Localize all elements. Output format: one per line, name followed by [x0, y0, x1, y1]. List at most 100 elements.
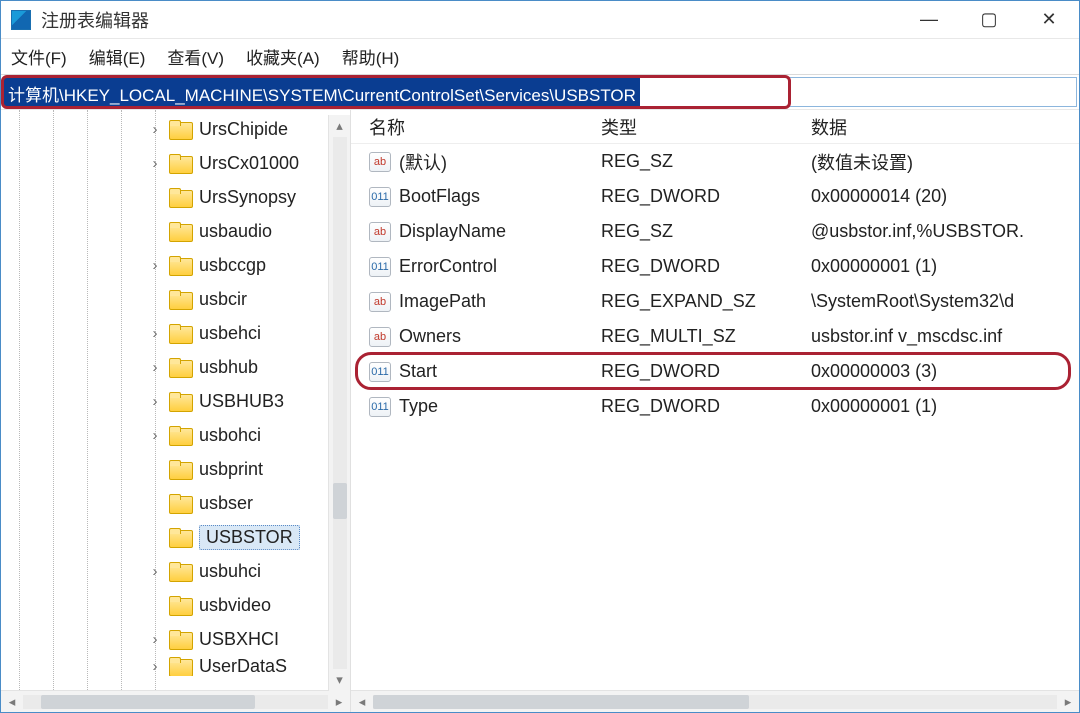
cell-type: REG_SZ: [601, 221, 811, 242]
string-value-icon: ab: [369, 292, 391, 312]
tree-item-USBXHCI[interactable]: ›USBXHCI: [1, 622, 350, 656]
folder-icon: [169, 657, 191, 675]
tree-item-usbprint[interactable]: usbprint: [1, 452, 350, 486]
folder-icon: [169, 630, 191, 648]
expand-chevron-icon[interactable]: ›: [147, 155, 163, 172]
menu-favorites[interactable]: 收藏夹(A): [246, 44, 320, 69]
menu-view[interactable]: 查看(V): [167, 44, 224, 69]
tree-item-USBHUB3[interactable]: › USBHUB3: [1, 384, 350, 418]
menu-bar[interactable]: 文件(F) 编辑(E) 查看(V) 收藏夹(A) 帮助(H): [1, 39, 1079, 75]
cell-data: (数值未设置): [811, 149, 1079, 175]
tree-item-usbuhci[interactable]: ›usbuhci: [1, 554, 350, 588]
binary-value-icon: 011: [369, 397, 391, 417]
value-name: BootFlags: [399, 186, 480, 207]
list-body[interactable]: ab(默认)REG_SZ(数值未设置)011BootFlagsREG_DWORD…: [351, 144, 1079, 424]
address-path[interactable]: 计算机\HKEY_LOCAL_MACHINE\SYSTEM\CurrentCon…: [4, 78, 640, 106]
tree-scroll[interactable]: ›UrsChipide⌃›UrsCx01000UrsSynopsy usbaudi…: [1, 110, 350, 690]
scroll-track[interactable]: [23, 695, 328, 709]
folder-icon: [169, 528, 191, 546]
tree-item-label: UserDataS: [199, 656, 287, 676]
column-header-data[interactable]: 数据: [811, 114, 1079, 140]
value-row-Start[interactable]: 011StartREG_DWORD0x00000003 (3): [351, 354, 1079, 389]
column-header-name[interactable]: 名称: [351, 114, 601, 140]
value-row-ImagePath[interactable]: abImagePathREG_EXPAND_SZ\SystemRoot\Syst…: [351, 284, 1079, 319]
tree-item-usbccgp[interactable]: ›usbccgp: [1, 248, 350, 282]
tree-pane[interactable]: ›UrsChipide⌃›UrsCx01000UrsSynopsy usbaudi…: [1, 110, 351, 712]
list-header[interactable]: 名称 类型 数据: [351, 110, 1079, 144]
tree-vertical-scrollbar[interactable]: ▴ ▾: [328, 115, 350, 691]
tree-item-label: USBHUB3: [199, 391, 284, 412]
tree-item-usbcir[interactable]: usbcir: [1, 282, 350, 316]
string-value-icon: ab: [369, 327, 391, 347]
tree-item-usbohci[interactable]: ›usbohci: [1, 418, 350, 452]
value-row-Owners[interactable]: abOwnersREG_MULTI_SZusbstor.inf v_mscdsc…: [351, 319, 1079, 354]
expand-chevron-icon[interactable]: ›: [147, 427, 163, 444]
tree-item-UrsCx01000[interactable]: ›UrsCx01000: [1, 146, 350, 180]
cell-name: ab ImagePath: [351, 291, 601, 312]
scroll-left-icon[interactable]: ◂: [351, 694, 373, 710]
tree-item-label: usbaudio: [199, 221, 272, 242]
value-row-DisplayName[interactable]: abDisplayNameREG_SZ@usbstor.inf,%USBSTOR…: [351, 214, 1079, 249]
value-name: ImagePath: [399, 291, 486, 312]
expand-chevron-icon[interactable]: ›: [147, 359, 163, 376]
list-horizontal-scrollbar[interactable]: ◂ ▸: [351, 690, 1079, 712]
close-button[interactable]: ✕: [1019, 1, 1079, 38]
value-row-(默认)[interactable]: ab(默认)REG_SZ(数值未设置): [351, 144, 1079, 179]
tree-item-label: usbvideo: [199, 595, 271, 616]
cell-data: usbstor.inf v_mscdsc.inf: [811, 326, 1079, 347]
tree-item-UrsChipide[interactable]: ›UrsChipide⌃: [1, 112, 350, 146]
tree-item-label: usbser: [199, 493, 253, 514]
folder-icon: [169, 494, 191, 512]
scroll-track[interactable]: [333, 137, 347, 669]
expand-chevron-icon[interactable]: ›: [147, 325, 163, 342]
folder-icon: [169, 426, 191, 444]
maximize-button[interactable]: ▢: [959, 1, 1019, 38]
cell-data: 0x00000014 (20): [811, 186, 1079, 207]
scroll-thumb[interactable]: [373, 695, 749, 709]
folder-icon: [169, 154, 191, 172]
values-pane[interactable]: 名称 类型 数据 ab(默认)REG_SZ(数值未设置)011BootFlags…: [351, 110, 1079, 712]
folder-icon: [169, 596, 191, 614]
value-row-ErrorControl[interactable]: 011ErrorControlREG_DWORD0x00000001 (1): [351, 249, 1079, 284]
binary-value-icon: 011: [369, 362, 391, 382]
scroll-right-icon[interactable]: ▸: [1057, 694, 1079, 710]
cell-type: REG_SZ: [601, 151, 811, 172]
scroll-thumb[interactable]: [333, 483, 347, 519]
expand-chevron-icon[interactable]: ›: [147, 658, 163, 675]
menu-file[interactable]: 文件(F): [11, 44, 67, 69]
tree-item-USBSTOR[interactable]: USBSTOR: [1, 520, 350, 554]
tree-item-usbaudio[interactable]: usbaudio: [1, 214, 350, 248]
scroll-down-icon[interactable]: ▾: [329, 669, 350, 691]
expand-chevron-icon[interactable]: ›: [147, 393, 163, 410]
cell-data: 0x00000001 (1): [811, 256, 1079, 277]
column-header-type[interactable]: 类型: [601, 114, 811, 140]
tree-item-usbvideo[interactable]: usbvideo: [1, 588, 350, 622]
scroll-left-icon[interactable]: ◂: [1, 694, 23, 710]
address-bar[interactable]: 计算机\HKEY_LOCAL_MACHINE\SYSTEM\CurrentCon…: [3, 77, 1077, 107]
scroll-track[interactable]: [373, 695, 1057, 709]
value-row-Type[interactable]: 011TypeREG_DWORD0x00000001 (1): [351, 389, 1079, 424]
value-row-BootFlags[interactable]: 011BootFlagsREG_DWORD0x00000014 (20): [351, 179, 1079, 214]
expand-chevron-icon[interactable]: ›: [147, 121, 163, 138]
scroll-right-icon[interactable]: ▸: [328, 694, 350, 710]
regedit-window: 注册表编辑器 — ▢ ✕ 文件(F) 编辑(E) 查看(V) 收藏夹(A) 帮助…: [0, 0, 1080, 713]
expand-chevron-icon[interactable]: ›: [147, 257, 163, 274]
tree-horizontal-scrollbar[interactable]: ◂ ▸: [1, 690, 350, 712]
expand-chevron-icon[interactable]: ›: [147, 631, 163, 648]
minimize-button[interactable]: —: [899, 1, 959, 38]
tree-item-usbehci[interactable]: ›usbehci: [1, 316, 350, 350]
tree-item-usbser[interactable]: usbser: [1, 486, 350, 520]
tree-item-usbhub[interactable]: ›usbhub: [1, 350, 350, 384]
menu-help[interactable]: 帮助(H): [342, 44, 400, 69]
title-bar[interactable]: 注册表编辑器 — ▢ ✕: [1, 1, 1079, 39]
scroll-up-icon[interactable]: ▴: [329, 115, 350, 137]
cell-type: REG_DWORD: [601, 396, 811, 417]
folder-icon: [169, 256, 191, 274]
expand-chevron-icon[interactable]: ›: [147, 563, 163, 580]
cell-data: 0x00000001 (1): [811, 396, 1079, 417]
scroll-thumb[interactable]: [41, 695, 255, 709]
value-name: ErrorControl: [399, 256, 497, 277]
menu-edit[interactable]: 编辑(E): [89, 44, 146, 69]
tree-item-UserDataS[interactable]: › UserDataS: [1, 656, 350, 676]
tree-item-UrsSynopsy[interactable]: UrsSynopsy: [1, 180, 350, 214]
